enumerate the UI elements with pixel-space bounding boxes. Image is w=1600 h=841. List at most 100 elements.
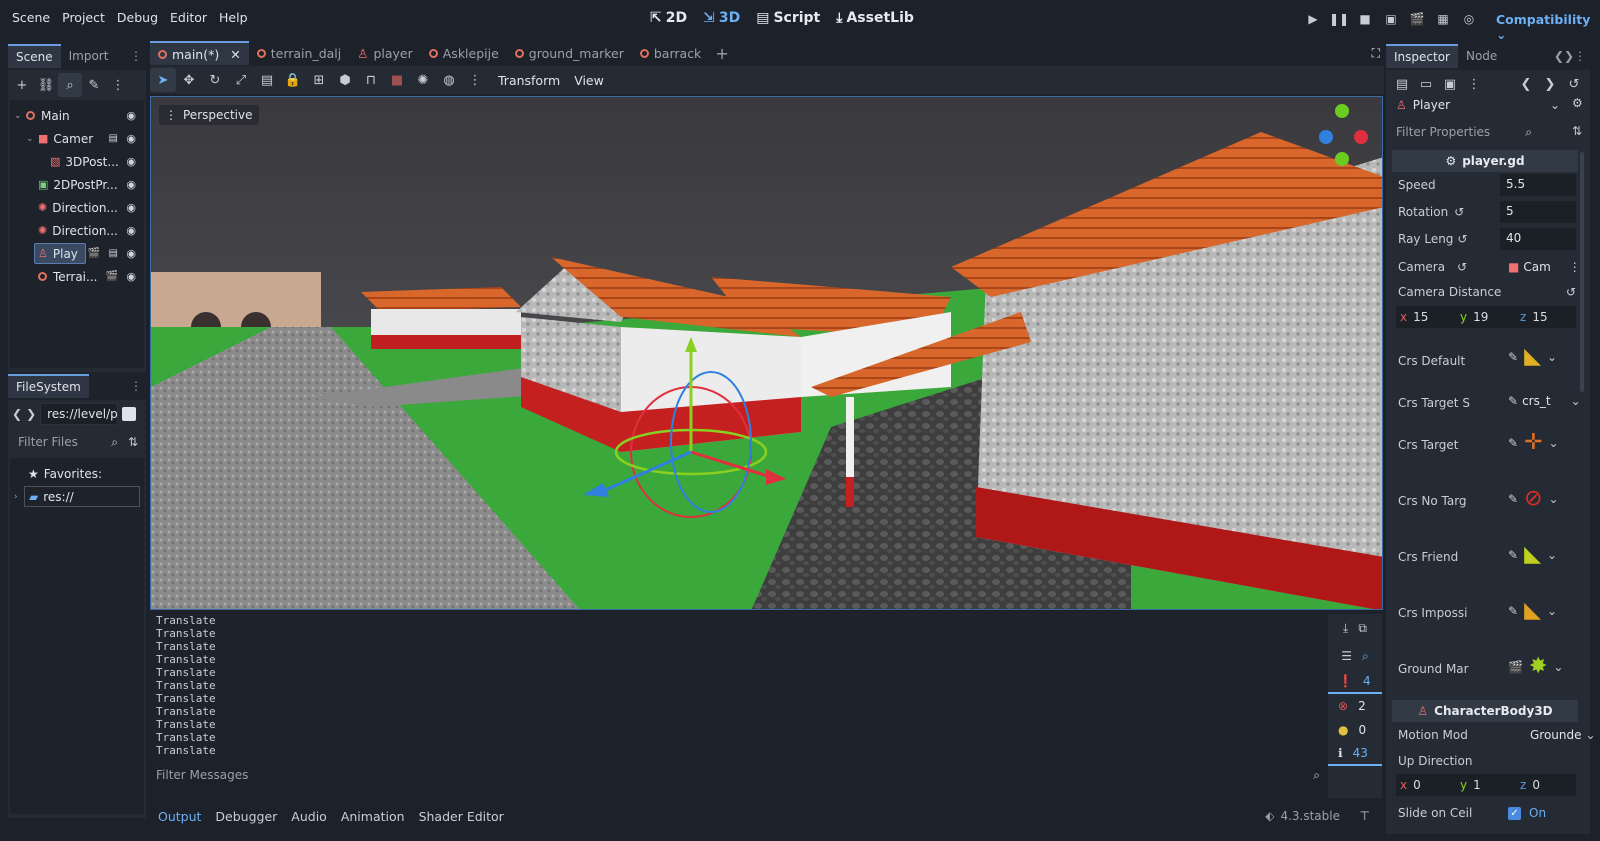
view-menu[interactable]: View <box>574 73 604 88</box>
fullscreen-icon[interactable]: ⛶ <box>1372 46 1380 61</box>
crs-default-texture[interactable]: ✎ ◣ ⌄ <box>1508 344 1557 369</box>
menu-debug[interactable]: Debug <box>117 10 158 25</box>
tree-item-directional-light-2[interactable]: ✺ Direction... ◉ <box>10 219 144 242</box>
clear-log-icon[interactable]: ⤓ <box>1343 621 1348 636</box>
visibility-icon[interactable]: ◉ <box>126 224 136 237</box>
tree-item-directional-light-1[interactable]: ✺ Direction... ◉ <box>10 196 144 219</box>
split-mode-icon[interactable] <box>122 407 137 421</box>
add-node-icon[interactable]: + <box>10 73 34 97</box>
gizmo-y[interactable] <box>1335 152 1349 166</box>
crs-no-target-texture[interactable]: ✎ ⊘ ⌄ <box>1508 486 1559 511</box>
tree-item-player[interactable]: ♙ Play 🎬 ▤ ◉ <box>10 242 144 265</box>
sort-icon[interactable]: ⇅ <box>1572 124 1582 138</box>
filter-files-input[interactable]: Filter Files ⌕ <box>12 431 124 453</box>
more-icon[interactable]: ⋮ <box>1569 260 1581 274</box>
snap-icon[interactable]: ⊓ <box>358 68 384 92</box>
perspective-menu[interactable]: ⋮ Perspective <box>159 105 259 125</box>
history-forward-icon[interactable]: ❯ <box>1538 72 1562 96</box>
chevron-down-icon[interactable]: ⌄ <box>14 111 26 121</box>
tab-terrain[interactable]: terrain_dalj <box>249 41 350 65</box>
visibility-icon[interactable]: ◉ <box>126 178 136 191</box>
rotate-tool-icon[interactable]: ↻ <box>202 68 228 92</box>
up-direction-vector[interactable]: x0 y1 z0 <box>1396 774 1576 796</box>
scene-render[interactable] <box>151 97 1383 610</box>
workspace-assetlib[interactable]: ⤓ AssetLib <box>836 10 914 26</box>
group-icon[interactable]: ⊞ <box>306 68 332 92</box>
edit-texture-icon[interactable]: ✎ <box>1508 604 1518 618</box>
gizmo-x[interactable] <box>1354 130 1368 144</box>
tab-barrack[interactable]: barrack <box>632 41 709 65</box>
play-scene-icon[interactable]: 🎬 <box>1404 6 1430 32</box>
back-icon[interactable]: ❮ <box>12 407 22 421</box>
warning-filter[interactable]: ● 0 <box>1328 718 1382 742</box>
tab-inspector[interactable]: Inspector <box>1386 44 1458 68</box>
menu-editor[interactable]: Editor <box>170 10 207 25</box>
chevron-down-icon[interactable]: ⌄ <box>1547 548 1557 562</box>
renderer-select[interactable]: Compatibility ⌄ <box>1496 12 1600 42</box>
ray-length-field[interactable]: 40 <box>1500 228 1576 250</box>
object-properties-icon[interactable]: ⚙ <box>1572 96 1583 110</box>
error-filter[interactable]: ❗ 4 <box>1328 670 1382 694</box>
dock-menu-icon[interactable]: ⋮ <box>130 49 142 63</box>
tab-ground-marker[interactable]: ground_marker <box>507 41 632 65</box>
tree-item-3dpost[interactable]: ▧ 3DPost... ◉ <box>10 150 144 173</box>
rotation-field[interactable]: 5 <box>1500 201 1576 223</box>
crs-friend-texture[interactable]: ✎ ◣ ⌄ <box>1508 542 1557 567</box>
camera-distance-vector[interactable]: x 15 y 19 z 15 <box>1396 306 1576 328</box>
history-back-icon[interactable]: ❮ <box>1514 72 1538 96</box>
tab-output[interactable]: Output <box>158 809 201 824</box>
speed-field[interactable]: 5.5 <box>1500 174 1576 196</box>
local-space-icon[interactable]: ⬢ <box>332 68 358 92</box>
script-icon[interactable]: ▤ <box>109 133 118 144</box>
link-icon[interactable]: ⛓ <box>34 73 58 97</box>
favorites-row[interactable]: ★ Favorites: <box>10 462 144 485</box>
crs-impossible-texture[interactable]: ✎ ◣ ⌄ <box>1508 598 1557 623</box>
workspace-2d[interactable]: ⇱ 2D <box>650 10 687 26</box>
copy-icon[interactable]: ⧉ <box>1358 621 1367 636</box>
crs-target-texture[interactable]: ✎ ✛ ⌄ <box>1508 430 1559 455</box>
history-icon[interactable]: ↺ <box>1562 72 1586 96</box>
scale-tool-icon[interactable]: ⤢ <box>228 68 254 92</box>
edit-texture-icon[interactable]: ✎ <box>1508 436 1518 450</box>
slide-on-ceiling-checkbox[interactable]: ✓ On <box>1508 802 1546 824</box>
dock-arrows-icon[interactable]: ❮❯⋮ <box>1554 49 1586 63</box>
dock-menu-icon[interactable]: ⋮ <box>130 379 142 393</box>
open-folder-icon[interactable]: ▭ <box>1414 72 1438 96</box>
edit-texture-icon[interactable]: ✎ <box>1508 492 1518 506</box>
tab-audio[interactable]: Audio <box>291 809 327 824</box>
tab-animation[interactable]: Animation <box>341 809 405 824</box>
environment-icon[interactable]: ◍ <box>436 68 462 92</box>
play-icon[interactable]: ▶ <box>1300 6 1326 32</box>
more-icon[interactable]: ⋮ <box>1462 72 1486 96</box>
chevron-down-icon[interactable]: ⌄ <box>1571 394 1581 408</box>
sun-icon[interactable]: ✺ <box>410 68 436 92</box>
list-select-icon[interactable]: ▤ <box>254 68 280 92</box>
3d-viewport[interactable]: ⋮ Perspective <box>150 96 1383 610</box>
motion-mode-select[interactable]: Grounde ⌄ <box>1530 724 1596 746</box>
camera-preview-icon[interactable]: ■ <box>384 68 410 92</box>
more-icon[interactable]: ⋮ <box>106 73 130 97</box>
ground-marker-scene[interactable]: 🎬 ✸ ⌄ <box>1508 654 1563 679</box>
node-selector[interactable]: ♙ Player ⌄ <box>1390 94 1566 116</box>
chevron-down-icon[interactable]: ⌄ <box>1547 350 1557 364</box>
revert-icon[interactable]: ↺ <box>1454 205 1464 219</box>
add-tab-icon[interactable]: + <box>715 44 728 63</box>
warning-error-filter[interactable]: ⊗ 2 <box>1328 694 1382 718</box>
scene-instance-icon[interactable]: 🎬 <box>106 271 118 282</box>
chevron-down-icon[interactable]: ⌄ <box>26 134 38 144</box>
chevron-down-icon[interactable]: ⌄ <box>1547 604 1557 618</box>
edit-texture-icon[interactable]: ✎ <box>1508 350 1518 364</box>
forward-icon[interactable]: ❯ <box>26 407 36 421</box>
menu-help[interactable]: Help <box>219 10 248 25</box>
tab-asklepije[interactable]: Asklepije <box>421 41 507 65</box>
transform-menu[interactable]: Transform <box>498 73 560 88</box>
play-custom-icon[interactable]: ▦ <box>1430 6 1456 32</box>
filter-messages-input[interactable]: Filter Messages ⌕ <box>150 762 1326 788</box>
camera-node-field[interactable]: ■ Cam ⋮ <box>1508 256 1581 278</box>
new-resource-icon[interactable]: ▤ <box>1390 72 1414 96</box>
chevron-down-icon[interactable]: ⌄ <box>1553 660 1563 674</box>
visibility-icon[interactable]: ◉ <box>126 270 136 283</box>
search-icon[interactable]: ⌕ <box>1362 649 1369 664</box>
visibility-icon[interactable]: ◉ <box>126 109 136 122</box>
workspace-3d[interactable]: ⇲ 3D <box>703 10 740 26</box>
